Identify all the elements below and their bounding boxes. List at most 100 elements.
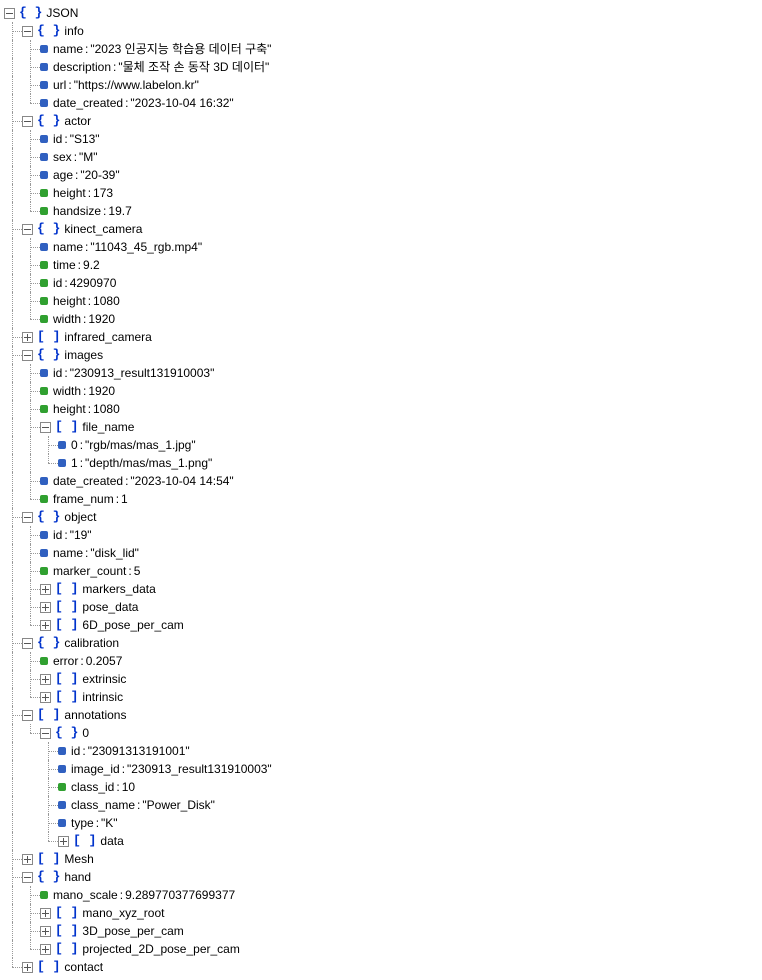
string-icon: [40, 63, 48, 71]
string-icon: [40, 45, 48, 53]
expand-icon[interactable]: [40, 944, 51, 955]
number-icon: [40, 567, 48, 575]
node-intrinsic[interactable]: [ ] intrinsic: [4, 688, 758, 706]
object-icon: { }: [19, 4, 42, 22]
leaf-kinect-width[interactable]: width:1920: [4, 310, 758, 328]
node-images[interactable]: { } images: [4, 346, 758, 364]
array-icon: [ ]: [55, 940, 78, 958]
leaf-ann-type[interactable]: type:"K": [4, 814, 758, 832]
collapse-icon[interactable]: [22, 116, 33, 127]
expand-icon[interactable]: [22, 962, 33, 973]
node-markers-data[interactable]: [ ] markers_data: [4, 580, 758, 598]
node-ann-data[interactable]: [ ] data: [4, 832, 758, 850]
leaf-images-date[interactable]: date_created:"2023-10-04 14:54": [4, 472, 758, 490]
expand-icon[interactable]: [40, 692, 51, 703]
leaf-images-height[interactable]: height:1080: [4, 400, 758, 418]
leaf-calibration-error[interactable]: error:0.2057: [4, 652, 758, 670]
leaf-object-name[interactable]: name:"disk_lid": [4, 544, 758, 562]
leaf-images-frame[interactable]: frame_num:1: [4, 490, 758, 508]
collapse-icon[interactable]: [22, 224, 33, 235]
node-infrared-camera[interactable]: [ ] infrared_camera: [4, 328, 758, 346]
string-icon: [40, 243, 48, 251]
expand-icon[interactable]: [40, 620, 51, 631]
expand-icon[interactable]: [58, 836, 69, 847]
collapse-icon[interactable]: [4, 8, 15, 19]
leaf-hand-mano[interactable]: mano_scale:9.289770377699377: [4, 886, 758, 904]
collapse-icon[interactable]: [22, 638, 33, 649]
leaf-ann-clsname[interactable]: class_name:"Power_Disk": [4, 796, 758, 814]
node-proj2d[interactable]: [ ] projected_2D_pose_per_cam: [4, 940, 758, 958]
number-icon: [40, 279, 48, 287]
leaf-actor-age[interactable]: age:"20-39": [4, 166, 758, 184]
node-contact[interactable]: [ ] contact: [4, 958, 758, 976]
collapse-icon[interactable]: [22, 26, 33, 37]
leaf-actor-handsize[interactable]: handsize:19.7: [4, 202, 758, 220]
string-icon: [40, 171, 48, 179]
node-object[interactable]: { } object: [4, 508, 758, 526]
leaf-info-url[interactable]: url:"https://www.labelon.kr": [4, 76, 758, 94]
number-icon: [40, 495, 48, 503]
collapse-icon[interactable]: [40, 422, 51, 433]
node-mesh[interactable]: [ ] Mesh: [4, 850, 758, 868]
leaf-object-id[interactable]: id:"19": [4, 526, 758, 544]
number-icon: [40, 207, 48, 215]
array-icon: [ ]: [55, 922, 78, 940]
node-calibration[interactable]: { } calibration: [4, 634, 758, 652]
node-extrinsic[interactable]: [ ] extrinsic: [4, 670, 758, 688]
leaf-object-marker[interactable]: marker_count:5: [4, 562, 758, 580]
leaf-ann-clsid[interactable]: class_id:10: [4, 778, 758, 796]
leaf-kinect-height[interactable]: height:1080: [4, 292, 758, 310]
leaf-ann-imgid[interactable]: image_id:"230913_result131910003": [4, 760, 758, 778]
object-icon: { }: [55, 724, 78, 742]
leaf-info-name[interactable]: name:"2023 인공지능 학습용 데이터 구축": [4, 40, 758, 58]
node-pose-data[interactable]: [ ] pose_data: [4, 598, 758, 616]
string-icon: [58, 441, 66, 449]
object-icon: { }: [37, 634, 60, 652]
node-annotations[interactable]: [ ] annotations: [4, 706, 758, 724]
collapse-icon[interactable]: [22, 512, 33, 523]
node-hand[interactable]: { } hand: [4, 868, 758, 886]
leaf-file-0[interactable]: 0:"rgb/mas/mas_1.jpg": [4, 436, 758, 454]
node-kinect-camera[interactable]: { } kinect_camera: [4, 220, 758, 238]
node-6d-pose[interactable]: [ ] 6D_pose_per_cam: [4, 616, 758, 634]
leaf-actor-height[interactable]: height:173: [4, 184, 758, 202]
leaf-ann-id[interactable]: id:"23091313191001": [4, 742, 758, 760]
number-icon: [40, 297, 48, 305]
expand-icon[interactable]: [40, 908, 51, 919]
node-3d-pose[interactable]: [ ] 3D_pose_per_cam: [4, 922, 758, 940]
expand-icon[interactable]: [40, 926, 51, 937]
node-mano-xyz[interactable]: [ ] mano_xyz_root: [4, 904, 758, 922]
leaf-kinect-time[interactable]: time:9.2: [4, 256, 758, 274]
array-icon: [ ]: [55, 580, 78, 598]
leaf-actor-sex[interactable]: sex:"M": [4, 148, 758, 166]
string-icon: [40, 81, 48, 89]
expand-icon[interactable]: [40, 674, 51, 685]
leaf-images-id[interactable]: id:"230913_result131910003": [4, 364, 758, 382]
string-icon: [58, 765, 66, 773]
expand-icon[interactable]: [40, 602, 51, 613]
expand-icon[interactable]: [40, 584, 51, 595]
leaf-kinect-name[interactable]: name:"11043_45_rgb.mp4": [4, 238, 758, 256]
expand-icon[interactable]: [22, 332, 33, 343]
leaf-images-width[interactable]: width:1920: [4, 382, 758, 400]
node-info[interactable]: { } info: [4, 22, 758, 40]
string-icon: [40, 99, 48, 107]
leaf-info-date[interactable]: date_created:"2023-10-04 16:32": [4, 94, 758, 112]
collapse-icon[interactable]: [22, 710, 33, 721]
collapse-icon[interactable]: [40, 728, 51, 739]
leaf-file-1[interactable]: 1:"depth/mas/mas_1.png": [4, 454, 758, 472]
node-actor[interactable]: { } actor: [4, 112, 758, 130]
leaf-actor-id[interactable]: id:"S13": [4, 130, 758, 148]
node-annotations-0[interactable]: { } 0: [4, 724, 758, 742]
node-root[interactable]: { } JSON: [4, 4, 758, 22]
node-file-name[interactable]: [ ] file_name: [4, 418, 758, 436]
object-icon: { }: [37, 22, 60, 40]
string-icon: [40, 531, 48, 539]
string-icon: [58, 819, 66, 827]
expand-icon[interactable]: [22, 854, 33, 865]
collapse-icon[interactable]: [22, 350, 33, 361]
leaf-kinect-id[interactable]: id:4290970: [4, 274, 758, 292]
collapse-icon[interactable]: [22, 872, 33, 883]
root-label: JSON: [46, 4, 78, 22]
leaf-info-description[interactable]: description:"물체 조작 손 동작 3D 데이터": [4, 58, 758, 76]
